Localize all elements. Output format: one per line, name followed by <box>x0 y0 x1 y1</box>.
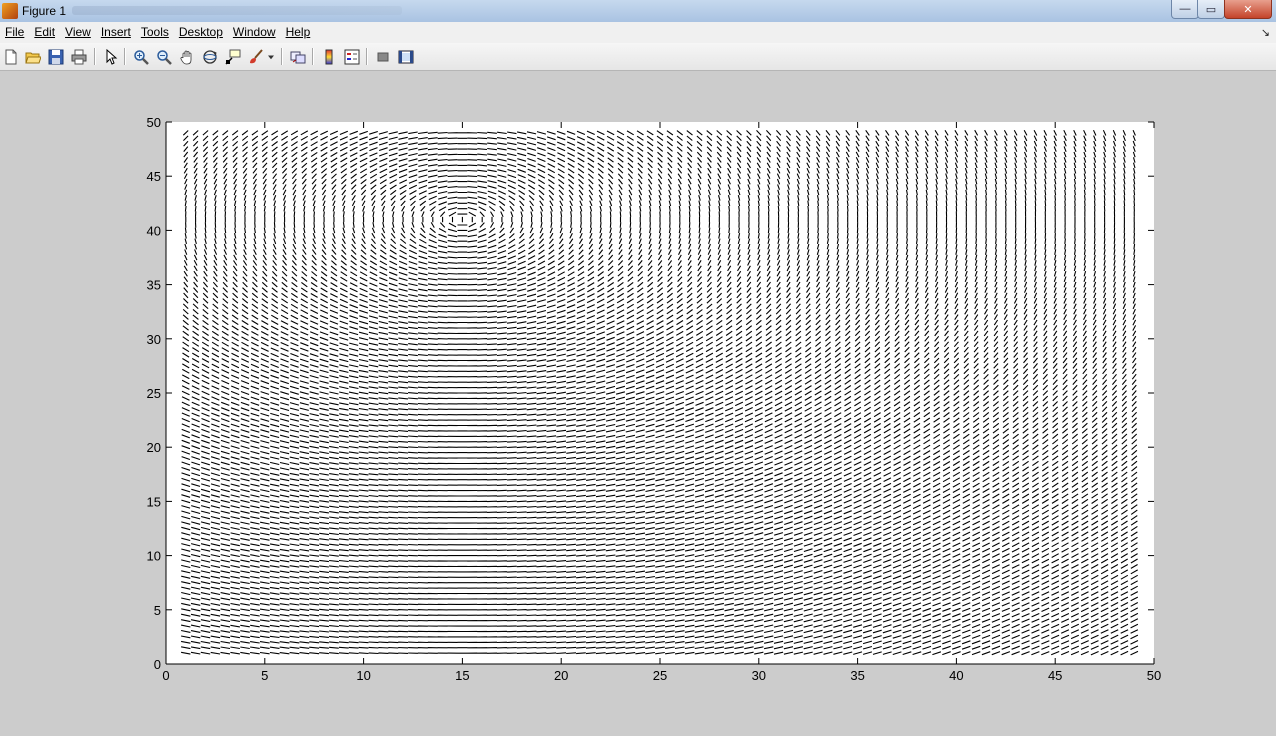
window-title: Figure 1 <box>22 4 67 18</box>
x-tick-label: 5 <box>261 668 268 683</box>
brush-dropdown-icon[interactable] <box>265 47 277 66</box>
figure-toolbar <box>0 43 1276 71</box>
new-figure-icon[interactable] <box>1 47 21 66</box>
y-tick-label: 15 <box>147 494 161 509</box>
pan-hand-icon[interactable] <box>177 47 197 66</box>
menu-desktop[interactable]: Desktop <box>174 22 228 43</box>
hide-plot-tools-icon[interactable] <box>373 47 393 66</box>
title-bar: Figure 1 — ▭ ✕ <box>0 0 1276 23</box>
y-tick-label: 40 <box>147 223 161 238</box>
zoom-in-icon[interactable] <box>131 47 151 66</box>
y-tick-label: 45 <box>147 169 161 184</box>
x-tick-label: 35 <box>850 668 864 683</box>
insert-legend-icon[interactable] <box>342 47 362 66</box>
print-figure-icon[interactable] <box>69 47 89 66</box>
toolbar-separator <box>281 48 283 65</box>
link-plot-icon[interactable] <box>288 47 308 66</box>
quiver-plot[interactable]: 0 5 10 15 20 25 30 35 40 45 50 0 5 10 15 20 25 30 35 40 45 50 <box>0 71 1276 736</box>
y-tick-label: 35 <box>147 278 161 293</box>
y-tick-label: 10 <box>147 549 161 564</box>
menu-insert[interactable]: Insert <box>96 22 136 43</box>
x-tick-label: 40 <box>949 668 963 683</box>
menu-view[interactable]: View <box>60 22 96 43</box>
menu-help[interactable]: Help <box>281 22 316 43</box>
menu-edit[interactable]: Edit <box>29 22 60 43</box>
zoom-out-icon[interactable] <box>154 47 174 66</box>
y-tick-label: 30 <box>147 332 161 347</box>
menu-bar: File Edit View Insert Tools Desktop Wind… <box>0 22 1276 43</box>
x-tick-label: 45 <box>1048 668 1062 683</box>
y-tick-label: 20 <box>147 440 161 455</box>
x-tick-label: 10 <box>356 668 370 683</box>
menu-tools[interactable]: Tools <box>136 22 174 43</box>
save-figure-icon[interactable] <box>46 47 66 66</box>
menu-file[interactable]: File <box>0 22 29 43</box>
y-tick-label: 0 <box>154 657 161 672</box>
open-file-icon[interactable] <box>23 47 43 66</box>
y-tick-label: 50 <box>147 115 161 130</box>
rotate-3d-icon[interactable] <box>200 47 220 66</box>
close-button[interactable]: ✕ <box>1224 0 1272 19</box>
y-tick-label: 25 <box>147 386 161 401</box>
toolbar-separator <box>312 48 314 65</box>
x-tick-label: 15 <box>455 668 469 683</box>
show-plot-tools-icon[interactable] <box>396 47 416 66</box>
x-tick-label: 30 <box>752 668 766 683</box>
toolbar-separator <box>94 48 96 65</box>
x-tick-label: 50 <box>1147 668 1161 683</box>
toolbar-separator <box>366 48 368 65</box>
edit-plot-arrow-icon[interactable] <box>101 47 121 66</box>
x-tick-label: 25 <box>653 668 667 683</box>
insert-colorbar-icon[interactable] <box>319 47 339 66</box>
menu-window[interactable]: Window <box>228 22 281 43</box>
minimize-button[interactable]: — <box>1171 0 1199 19</box>
matlab-icon <box>2 3 18 19</box>
y-tick-label: 5 <box>154 603 161 618</box>
figure-canvas: 0 5 10 15 20 25 30 35 40 45 50 0 5 10 15 20 25 30 35 40 45 50 <box>0 71 1276 736</box>
x-tick-label: 20 <box>554 668 568 683</box>
dock-arrow-icon[interactable]: ↘ <box>1261 26 1270 39</box>
toolbar-separator <box>124 48 126 65</box>
maximize-button[interactable]: ▭ <box>1197 0 1225 19</box>
x-tick-label: 0 <box>162 668 169 683</box>
data-cursor-icon[interactable] <box>223 47 243 66</box>
blurred-title-path <box>72 6 402 15</box>
brush-icon[interactable] <box>246 47 266 66</box>
